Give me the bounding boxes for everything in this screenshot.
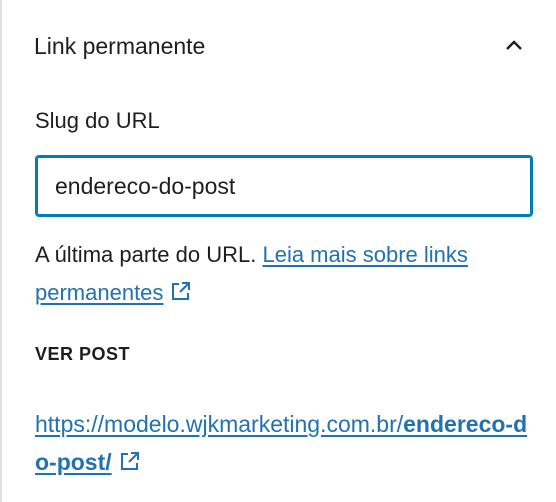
help-text: A última parte do URL. — [35, 242, 257, 267]
post-url-prefix: https://modelo.wjkmarketing.com.br/ — [35, 411, 404, 437]
post-url-link[interactable]: https://modelo.wjkmarketing.com.br/ender… — [35, 411, 527, 475]
slug-input[interactable] — [35, 155, 533, 217]
external-link-icon — [172, 282, 191, 300]
permalink-panel: Link permanente Slug do URL A última par… — [2, 0, 556, 502]
post-url: https://modelo.wjkmarketing.com.br/ender… — [35, 405, 529, 481]
external-link-icon — [120, 452, 139, 470]
panel-title: Link permanente — [34, 32, 206, 59]
view-post-label: VER POST — [35, 344, 131, 364]
slug-help-text: A última parte do URL. Leia mais sobre l… — [35, 236, 525, 312]
chevron-up-icon[interactable] — [500, 32, 528, 60]
panel-toggle[interactable]: Link permanente — [34, 24, 528, 68]
slug-label: Slug do URL — [35, 108, 160, 133]
